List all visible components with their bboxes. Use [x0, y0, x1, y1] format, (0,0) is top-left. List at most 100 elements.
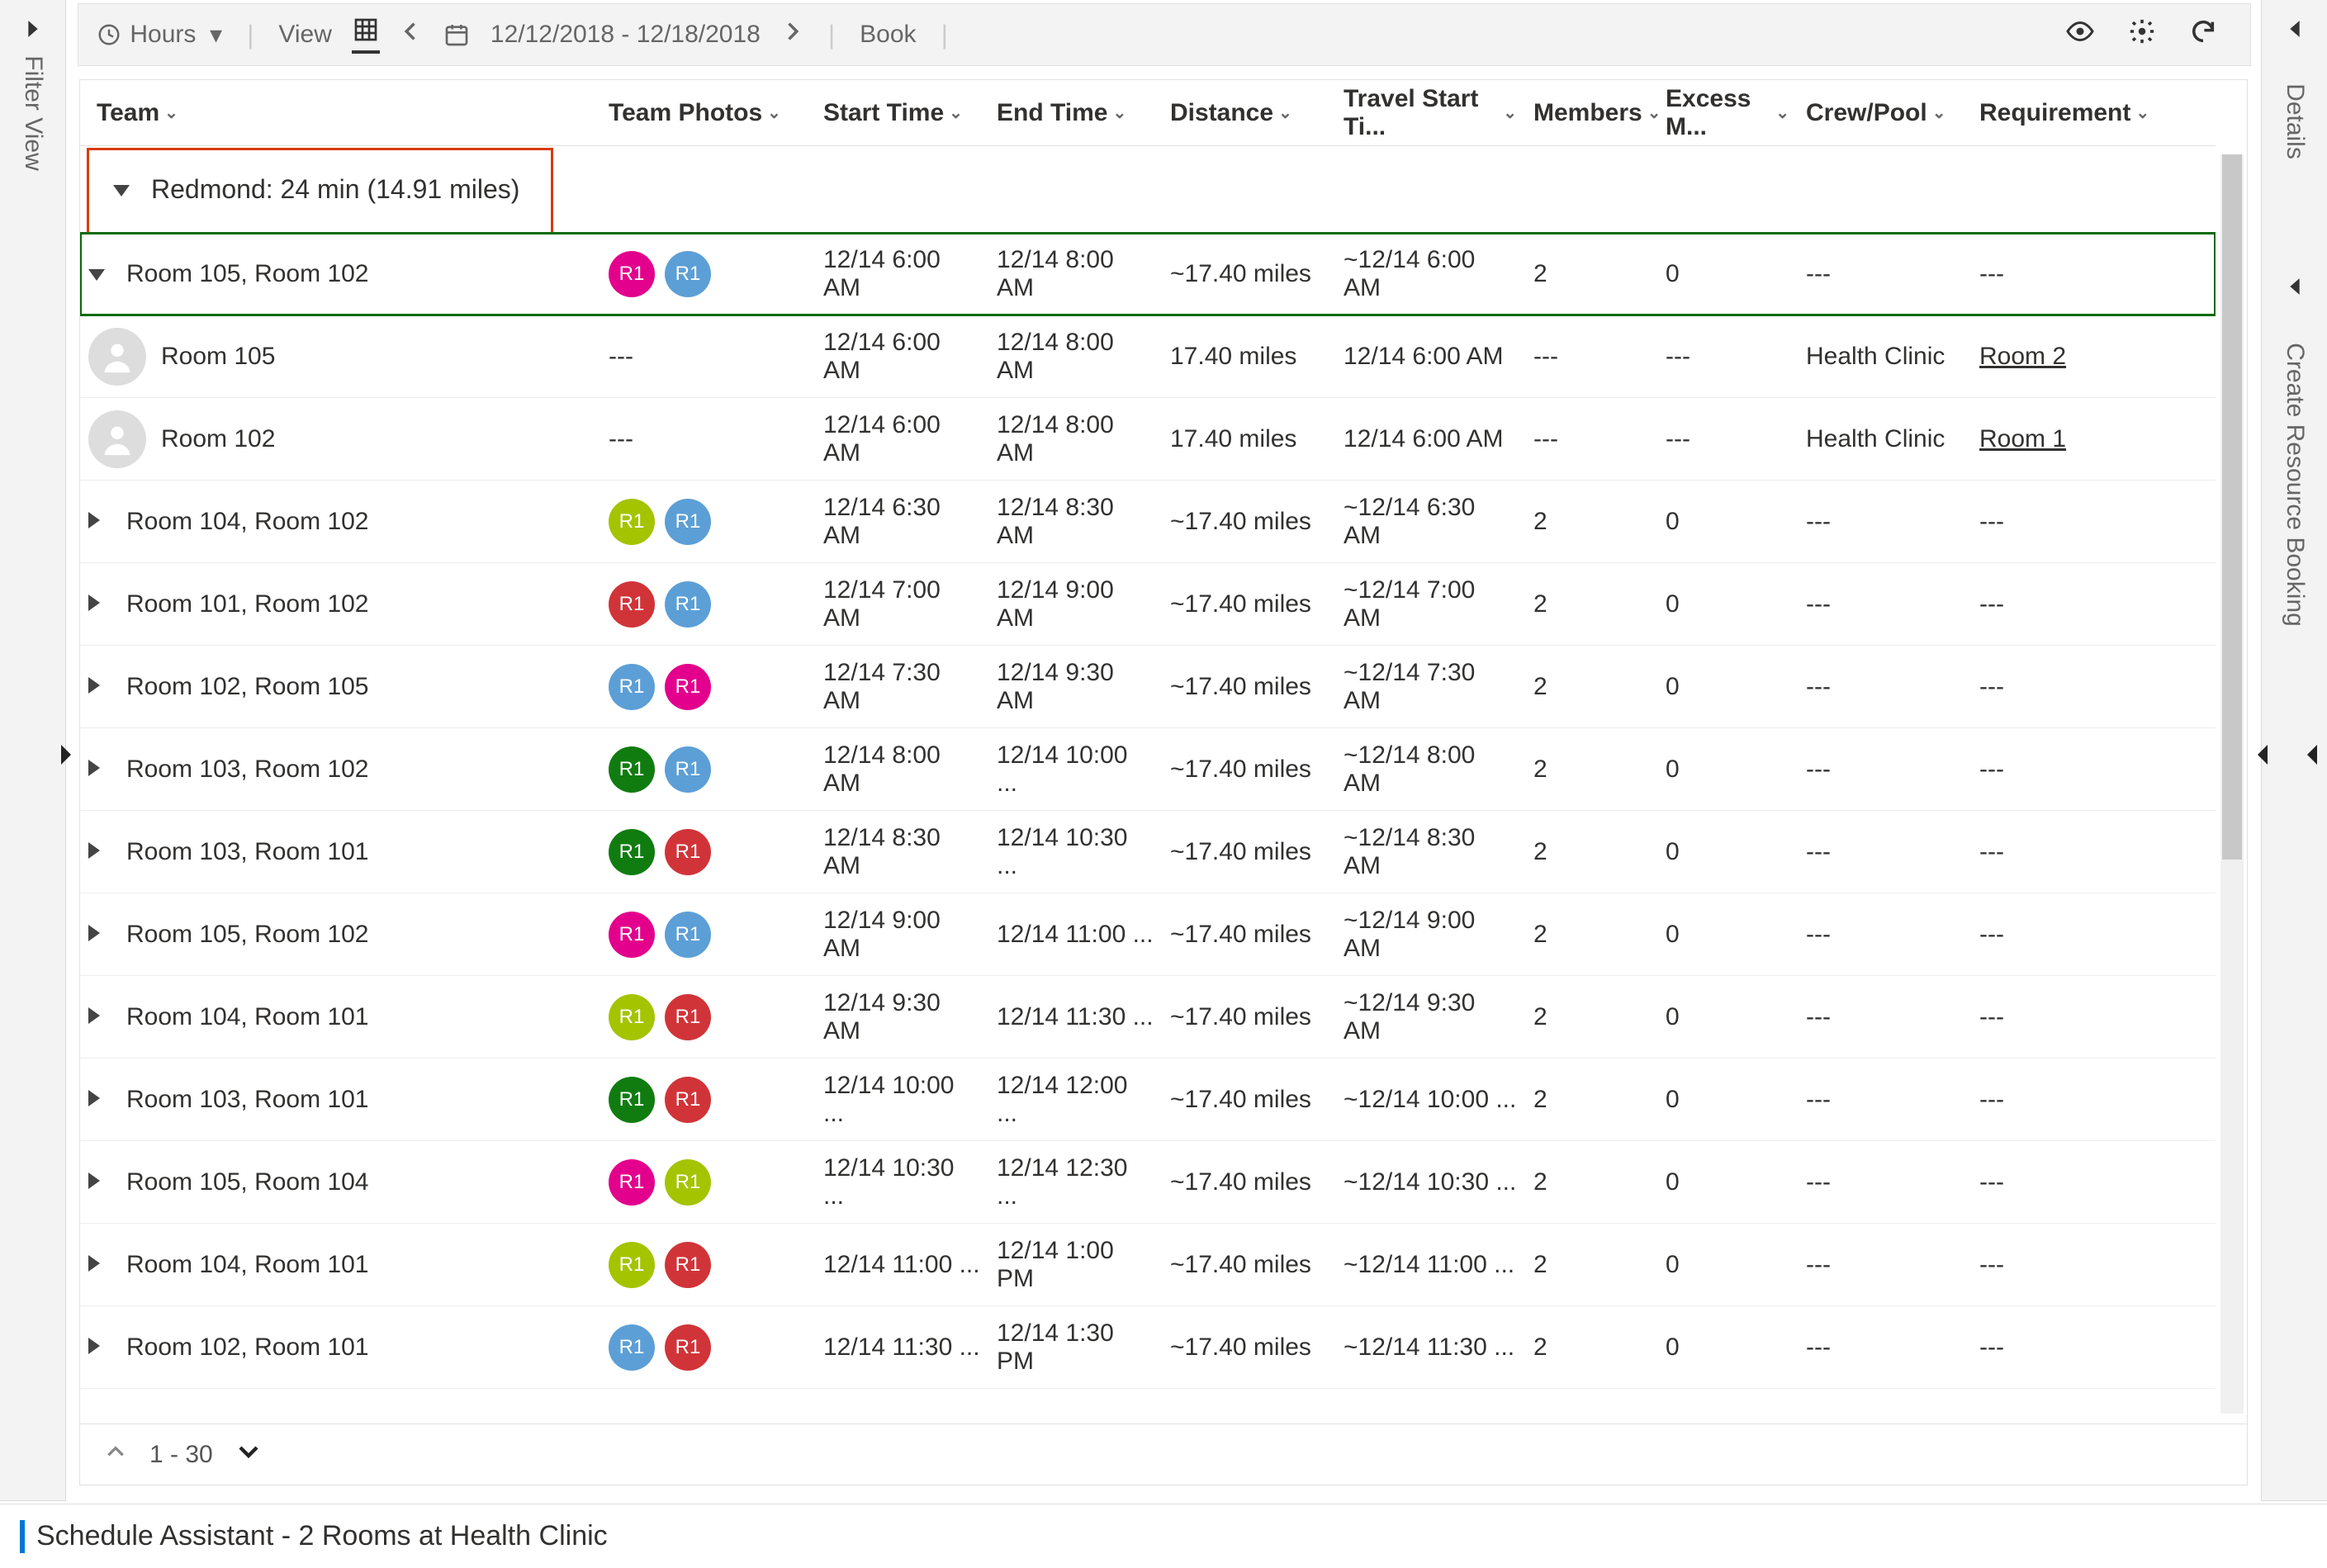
col-team-photos[interactable]: Team Photos⌄ — [600, 99, 815, 127]
end-time: 12/14 8:00 AM — [988, 411, 1162, 467]
start-time: 12/14 8:00 AM — [815, 741, 988, 798]
col-end-time[interactable]: End Time⌄ — [988, 99, 1162, 127]
scrollbar-thumb[interactable] — [2222, 154, 2242, 860]
col-crew-pool[interactable]: Crew/Pool⌄ — [1798, 99, 1971, 127]
col-team[interactable]: Team⌄ — [80, 99, 600, 127]
expand-right-handle[interactable] — [2254, 743, 2271, 772]
group-label: Redmond: 24 min (14.91 miles) — [151, 174, 519, 205]
col-requirement[interactable]: Requirement⌄ — [1971, 99, 2136, 127]
team-row[interactable]: Room 104, Room 102R1R112/14 6:30 AM12/14… — [80, 481, 2216, 563]
book-button[interactable]: Book — [860, 21, 916, 49]
chevron-right-icon[interactable] — [88, 1252, 111, 1277]
col-start-time[interactable]: Start Time⌄ — [815, 99, 988, 127]
refresh-button[interactable] — [2189, 17, 2217, 52]
chevron-right-icon — [780, 20, 803, 50]
team-row[interactable]: Room 102, Room 101R1R112/14 11:30 ...12/… — [80, 1306, 2216, 1389]
resource-row[interactable]: Room 105---12/14 6:00 AM12/14 8:00 AM17.… — [80, 315, 2216, 398]
chevron-right-icon[interactable] — [88, 509, 111, 534]
crew-pool: --- — [1798, 1251, 1971, 1279]
distance: 17.40 miles — [1162, 425, 1335, 453]
member-badge: R1 — [665, 994, 711, 1040]
crew-pool: --- — [1798, 1003, 1971, 1031]
team-row[interactable]: Room 104, Room 101R1R112/14 11:00 ...12/… — [80, 1224, 2216, 1306]
member-badge: R1 — [665, 1324, 711, 1371]
create-resource-booking-label: Create Resource Booking — [2281, 343, 2309, 627]
col-distance[interactable]: Distance⌄ — [1162, 99, 1335, 127]
chevron-right-icon[interactable] — [88, 921, 111, 947]
col-members[interactable]: Members⌄ — [1525, 99, 1657, 127]
members: 2 — [1525, 260, 1657, 288]
chevron-down-icon: ⌄ — [949, 102, 963, 123]
team-row[interactable]: Room 103, Room 101R1R112/14 10:00 ...12/… — [80, 1059, 2216, 1141]
excess-miles: 0 — [1657, 1168, 1798, 1196]
filter-view-panel[interactable]: Filter View — [0, 0, 66, 1501]
member-badge: R1 — [665, 1159, 711, 1206]
team-row[interactable]: Room 105, Room 104R1R112/14 10:30 ...12/… — [80, 1141, 2216, 1224]
group-row-redmond[interactable]: Redmond: 24 min (14.91 miles) — [80, 146, 2216, 233]
clock-icon — [95, 21, 123, 49]
team-row[interactable]: Room 105, Room 102R1R112/14 9:00 AM12/14… — [80, 893, 2216, 976]
hours-dropdown[interactable]: Hours ▾ — [95, 21, 222, 50]
requirement[interactable]: Room 2 — [1971, 343, 2136, 371]
chevron-right-icon[interactable] — [88, 1334, 111, 1360]
chevron-right-icon[interactable] — [88, 674, 111, 699]
pager-prev[interactable] — [105, 1441, 126, 1469]
chevron-right-icon[interactable] — [88, 1169, 111, 1195]
team-row[interactable]: Room 101, Room 102R1R112/14 7:00 AM12/14… — [80, 563, 2216, 646]
start-time: 12/14 9:00 AM — [815, 907, 988, 963]
team-photos: --- — [600, 425, 815, 453]
chevron-down-icon[interactable] — [88, 261, 111, 287]
travel-start-time: ~12/14 11:30 ... — [1335, 1334, 1525, 1362]
next-button[interactable] — [780, 20, 803, 50]
end-time: 12/14 9:30 AM — [988, 659, 1162, 715]
team-row[interactable]: Room 103, Room 101R1R112/14 8:30 AM12/14… — [80, 811, 2216, 893]
chevron-right-icon[interactable] — [88, 1004, 111, 1030]
resource-row[interactable]: Room 102---12/14 6:00 AM12/14 8:00 AM17.… — [80, 398, 2216, 481]
team-photos: R1R1 — [600, 1159, 815, 1206]
excess-miles: 0 — [1657, 838, 1798, 866]
date-range[interactable]: 12/12/2018 - 12/18/2018 — [491, 21, 761, 49]
team-row[interactable]: Room 102, Room 105R1R112/14 7:30 AM12/14… — [80, 646, 2216, 728]
chevron-left-icon — [400, 20, 423, 50]
member-badge: R1 — [609, 746, 655, 793]
team-row[interactable]: Room 104, Room 101R1R112/14 9:30 AM12/14… — [80, 976, 2216, 1059]
members: 2 — [1525, 508, 1657, 536]
member-badge: R1 — [609, 1242, 655, 1288]
requirement: --- — [1971, 260, 2136, 288]
start-time: 12/14 6:00 AM — [815, 329, 988, 385]
team-row[interactable]: Room 105, Room 102R1R112/14 6:00 AM12/14… — [80, 233, 2216, 315]
team-name: Room 105, Room 104 — [126, 1168, 369, 1196]
chevron-down-icon: ⌄ — [1775, 102, 1789, 123]
member-badge: R1 — [665, 251, 711, 297]
travel-start-time: ~12/14 7:00 AM — [1335, 576, 1525, 632]
excess-miles: 0 — [1657, 260, 1798, 288]
visibility-button[interactable] — [2065, 17, 2095, 53]
gear-icon — [2128, 17, 2156, 52]
chevron-right-icon[interactable] — [88, 591, 111, 617]
requirement-link[interactable]: Room 1 — [1979, 425, 2066, 452]
expand-far-right-handle[interactable] — [2304, 743, 2320, 772]
team-row[interactable]: Room 103, Room 102R1R112/14 8:00 AM12/14… — [80, 728, 2216, 811]
chevron-right-icon[interactable] — [88, 839, 111, 865]
end-time: 12/14 8:00 AM — [988, 329, 1162, 385]
team-name: Room 104, Room 102 — [126, 508, 369, 536]
avatar — [88, 328, 146, 386]
prev-button[interactable] — [400, 20, 423, 50]
expand-left-handle[interactable] — [58, 743, 74, 772]
col-travel-start[interactable]: Travel Start Ti...⌄ — [1335, 85, 1525, 141]
requirement[interactable]: Room 1 — [1971, 425, 2136, 453]
distance: ~17.40 miles — [1162, 1334, 1335, 1362]
grid-view-button[interactable] — [352, 16, 380, 54]
crew-pool: --- — [1798, 260, 1971, 288]
member-badge: R1 — [665, 829, 711, 875]
team-name: Room 104, Room 101 — [126, 1003, 369, 1031]
settings-button[interactable] — [2128, 17, 2156, 52]
vertical-scrollbar[interactable] — [2220, 154, 2244, 1414]
end-time: 12/14 9:00 AM — [988, 576, 1162, 632]
pager-next[interactable] — [236, 1439, 261, 1471]
calendar-button[interactable] — [443, 21, 471, 49]
col-excess-miles[interactable]: Excess M...⌄ — [1657, 85, 1798, 141]
chevron-right-icon[interactable] — [88, 756, 111, 782]
requirement-link[interactable]: Room 2 — [1979, 343, 2066, 370]
chevron-right-icon[interactable] — [88, 1087, 111, 1112]
